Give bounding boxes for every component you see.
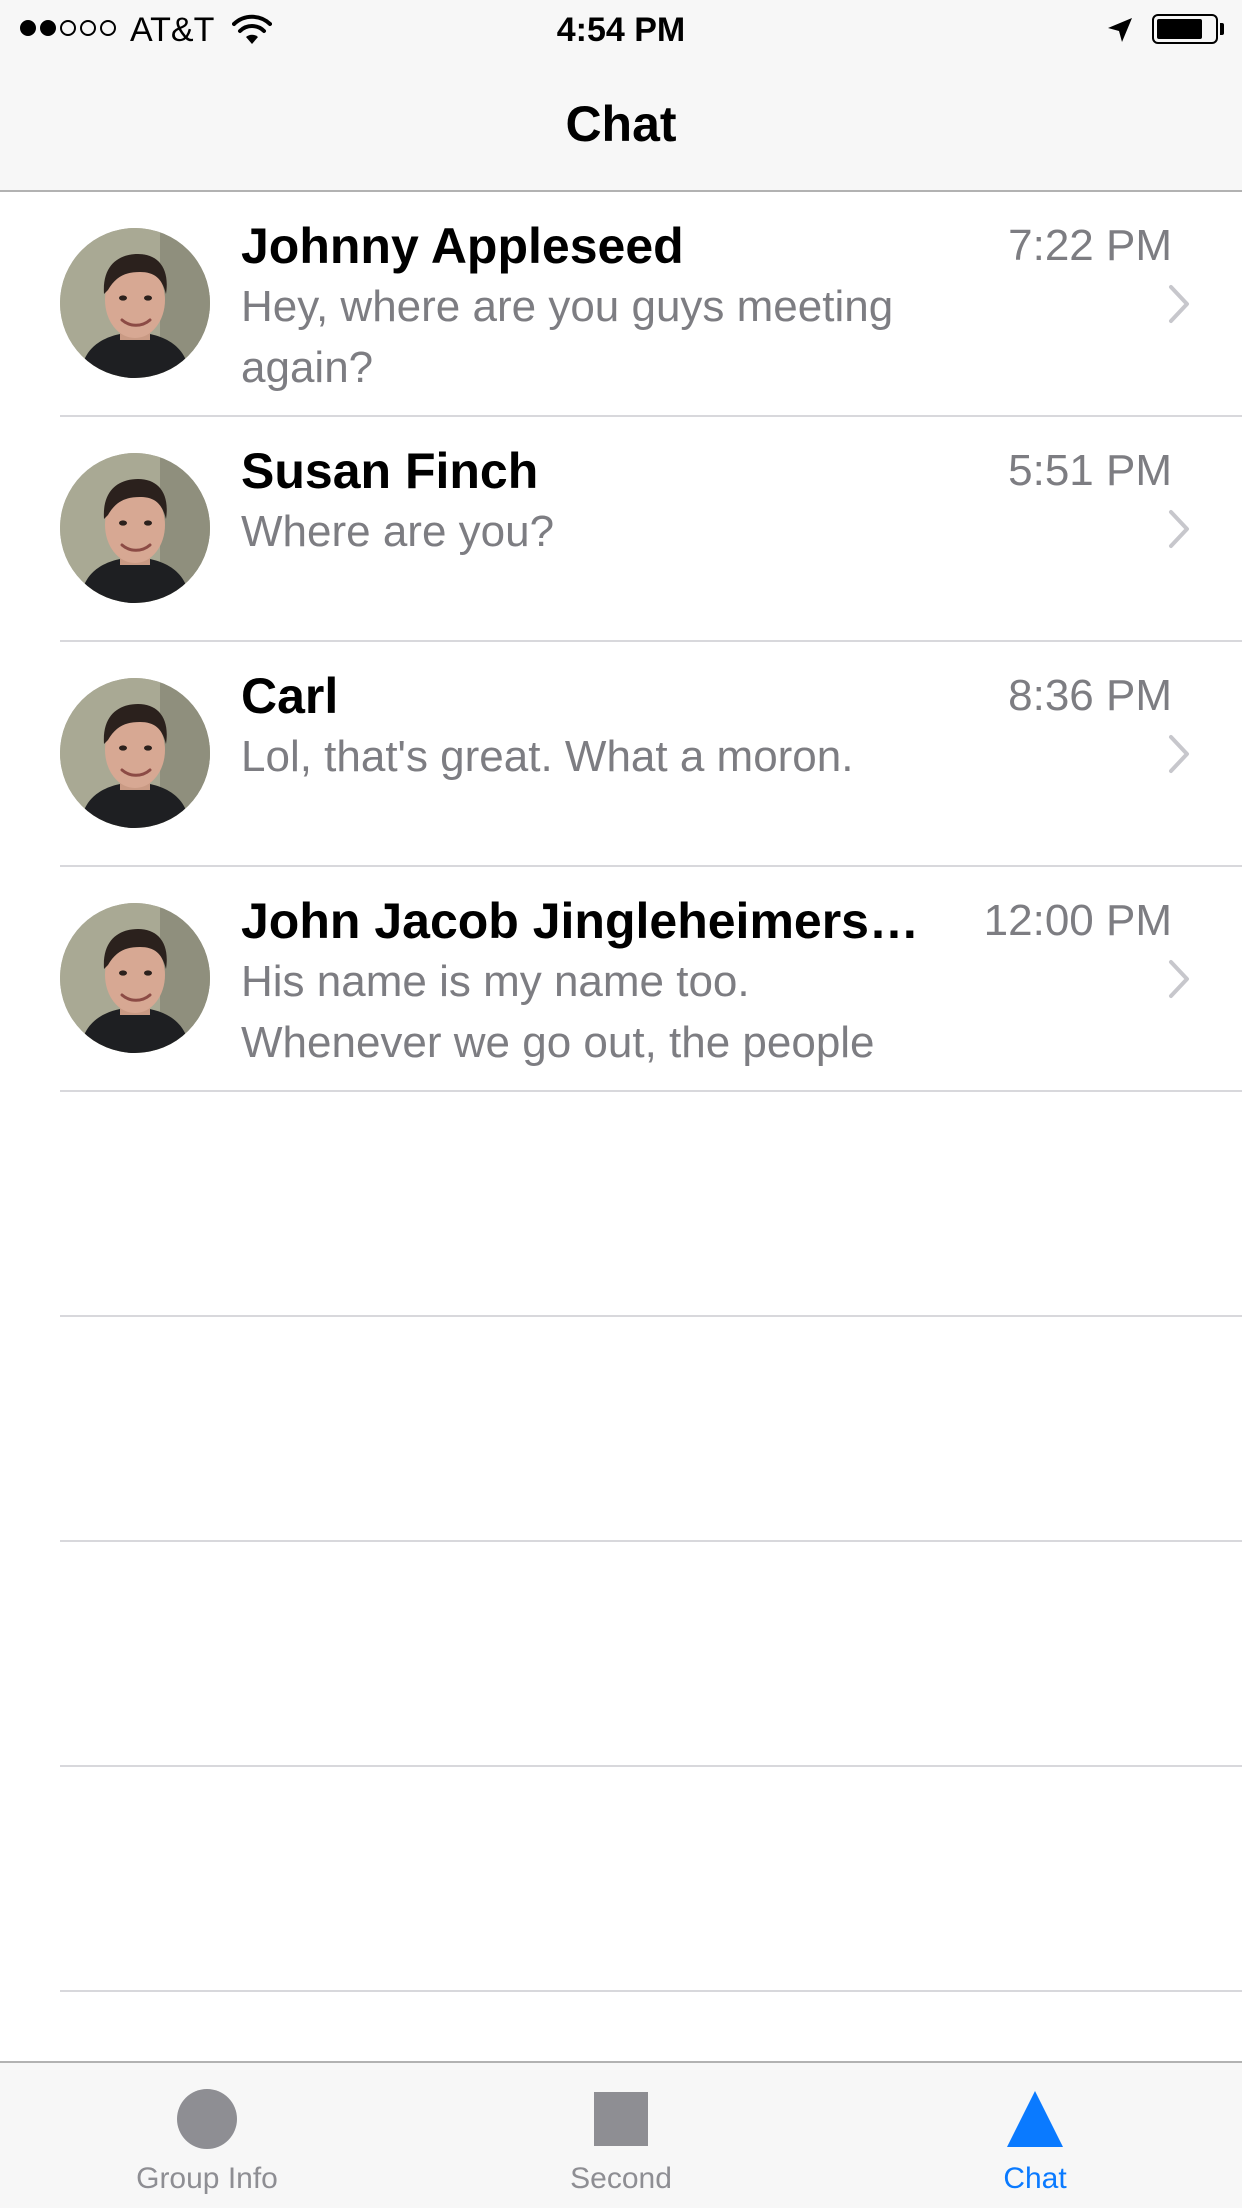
battery-cap bbox=[1220, 23, 1224, 35]
conversation-row[interactable]: Susan Finch 5:51 PM Where are you? bbox=[60, 417, 1242, 642]
status-bar: AT&T 4:54 PM bbox=[0, 0, 1242, 60]
message-preview: His name is my name too. Whenever we go … bbox=[241, 957, 875, 1067]
tab-label: Chat bbox=[1003, 2162, 1067, 2195]
avatar bbox=[60, 453, 210, 603]
conversation-row[interactable]: Carl 8:36 PM Lol, that's great. What a m… bbox=[60, 642, 1242, 867]
chevron-right-icon bbox=[1169, 510, 1189, 548]
person-portrait bbox=[60, 228, 210, 378]
chevron-right-icon bbox=[1169, 735, 1189, 773]
tab-chat[interactable]: Chat bbox=[828, 2063, 1242, 2208]
tab-second[interactable]: Second bbox=[414, 2063, 828, 2208]
message-time: 7:22 PM bbox=[992, 216, 1172, 276]
message-preview: Where are you? bbox=[241, 507, 555, 556]
empty-row bbox=[60, 1767, 1242, 1992]
message-preview: Hey, where are you guys meeting again? bbox=[241, 282, 894, 392]
page-title: Chat bbox=[565, 96, 677, 152]
message-time: 8:36 PM bbox=[992, 666, 1172, 726]
contact-name: Susan Finch bbox=[241, 443, 539, 499]
person-portrait bbox=[60, 903, 210, 1053]
empty-row bbox=[60, 1542, 1242, 1767]
avatar bbox=[60, 228, 210, 378]
person-portrait bbox=[60, 453, 210, 603]
avatar bbox=[60, 903, 210, 1053]
person-portrait bbox=[60, 678, 210, 828]
triangle-icon bbox=[1007, 2091, 1063, 2147]
contact-name: John Jacob Jingleheimerschmidt bbox=[241, 893, 931, 949]
tab-group-info[interactable]: Group Info bbox=[0, 2063, 414, 2208]
chevron-right-icon bbox=[1169, 960, 1189, 998]
message-time: 12:00 PM bbox=[967, 891, 1172, 951]
avatar bbox=[60, 678, 210, 828]
battery-level bbox=[1157, 19, 1202, 39]
contact-name: Johnny Appleseed bbox=[241, 218, 684, 274]
status-time: 4:54 PM bbox=[556, 11, 686, 49]
empty-row bbox=[60, 1092, 1242, 1317]
tab-label: Group Info bbox=[136, 2162, 278, 2195]
location-arrow-icon bbox=[1108, 18, 1132, 42]
tab-bar: Group Info Second Chat bbox=[0, 2061, 1242, 2208]
message-time: 5:51 PM bbox=[992, 441, 1172, 501]
empty-row bbox=[60, 1317, 1242, 1542]
contact-name: Carl bbox=[241, 668, 339, 724]
square-icon bbox=[594, 2092, 648, 2146]
screen: AT&T 4:54 PM Chat Johnny Appleseed 7:22 … bbox=[0, 0, 1242, 2208]
conversation-row[interactable]: John Jacob Jingleheimerschmidt 12:00 PM … bbox=[60, 867, 1242, 1092]
navigation-bar: Chat bbox=[0, 60, 1242, 192]
circle-icon bbox=[177, 2089, 237, 2149]
chevron-right-icon bbox=[1169, 285, 1189, 323]
battery-icon bbox=[1152, 14, 1218, 44]
conversation-row[interactable]: Johnny Appleseed 7:22 PM Hey, where are … bbox=[60, 192, 1242, 417]
conversation-list: Johnny Appleseed 7:22 PM Hey, where are … bbox=[0, 192, 1242, 1992]
tab-label: Second bbox=[570, 2162, 672, 2195]
message-preview: Lol, that's great. What a moron. bbox=[241, 732, 854, 781]
